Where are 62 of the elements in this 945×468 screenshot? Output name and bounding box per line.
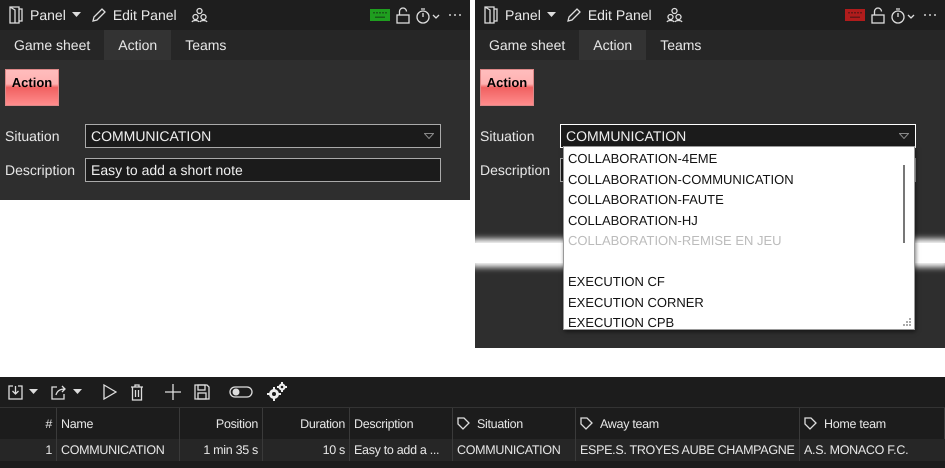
- dropdown-option[interactable]: COLLABORATION-COMMUNICATION: [568, 170, 914, 190]
- panel-icon: [483, 6, 499, 24]
- field-label: Description: [5, 162, 76, 178]
- resize-grip-icon[interactable]: [901, 316, 911, 326]
- tab[interactable]: Teams: [171, 30, 240, 60]
- lock-icon[interactable]: [396, 6, 410, 24]
- table-cell: Easy to add a ...: [350, 439, 453, 461]
- caret-icon[interactable]: [29, 389, 38, 395]
- more-icon[interactable]: [923, 13, 937, 17]
- pencil-icon: [90, 7, 107, 23]
- table-cell: COMMUNICATION: [57, 439, 180, 461]
- tab[interactable]: Game sheet: [0, 30, 104, 60]
- panel-menu-button[interactable]: Panel: [6, 2, 83, 28]
- toggle-switch-icon[interactable]: [229, 386, 253, 398]
- scrollbar-thumb[interactable]: [903, 165, 905, 243]
- situation-dropdown[interactable]: COMMUNICATION: [85, 124, 441, 148]
- caret-icon: [546, 12, 556, 18]
- table-cell: A.S. MONACO F.C.: [800, 439, 945, 461]
- dropdown-option[interactable]: COLLABORATION-4EME: [568, 149, 914, 170]
- timer-icon[interactable]: [891, 6, 917, 24]
- edit-panel-button[interactable]: Edit Panel: [564, 2, 654, 28]
- panel-icon: [8, 6, 24, 24]
- dropdown-option[interactable]: COLLABORATION-HJ: [568, 210, 914, 231]
- dropdown-arrow-icon: [424, 133, 434, 139]
- trash-icon[interactable]: [130, 384, 144, 400]
- more-icon[interactable]: [448, 13, 462, 17]
- table-cell: 10 s: [263, 439, 350, 461]
- situation-dropdown[interactable]: COMMUNICATION: [560, 124, 916, 148]
- import-icon[interactable]: [8, 384, 23, 400]
- caret-icon: [72, 12, 81, 18]
- description-field[interactable]: Easy to add a short note: [85, 158, 441, 182]
- people-icon[interactable]: [190, 7, 208, 23]
- table-cell: 1: [0, 439, 57, 461]
- timer-icon[interactable]: [416, 6, 442, 24]
- field-label: Situation: [5, 128, 60, 144]
- dropdown-option[interactable]: EXECUTION CF: [568, 272, 914, 292]
- tab[interactable]: Action: [104, 30, 172, 60]
- people-icon[interactable]: [666, 7, 683, 23]
- dropdown-arrow-icon: [899, 133, 909, 139]
- dropdown-option[interactable]: EXECUTION CORNER: [568, 292, 914, 313]
- action-button[interactable]: Action: [480, 69, 534, 106]
- table-cell: ESPE.S. TROYES AUBE CHAMPAGNE: [576, 439, 800, 461]
- gears-icon[interactable]: [266, 382, 288, 402]
- tab[interactable]: Action: [579, 30, 646, 60]
- tab[interactable]: Game sheet: [475, 30, 580, 60]
- field-label: Description: [480, 162, 552, 178]
- save-icon[interactable]: [194, 384, 210, 400]
- action-button[interactable]: Action: [5, 69, 59, 106]
- share-icon[interactable]: [51, 384, 67, 400]
- field-label: Situation: [480, 128, 536, 144]
- dropdown-option[interactable]: EXECUTION CPB: [568, 313, 914, 334]
- play-icon[interactable]: [103, 384, 117, 400]
- plus-icon[interactable]: [165, 384, 181, 400]
- table-cell: 1 min 35 s: [180, 439, 263, 461]
- panel-menu-button[interactable]: Panel: [481, 2, 558, 28]
- pencil-icon: [566, 7, 582, 23]
- dropdown-option[interactable]: COLLABORATION-FAUTE: [568, 190, 914, 210]
- edit-panel-button[interactable]: Edit Panel: [88, 2, 179, 28]
- lock-icon[interactable]: [871, 6, 885, 24]
- caret-icon[interactable]: [73, 389, 82, 395]
- tab[interactable]: Teams: [646, 30, 716, 60]
- table-cell: COMMUNICATION: [453, 439, 576, 461]
